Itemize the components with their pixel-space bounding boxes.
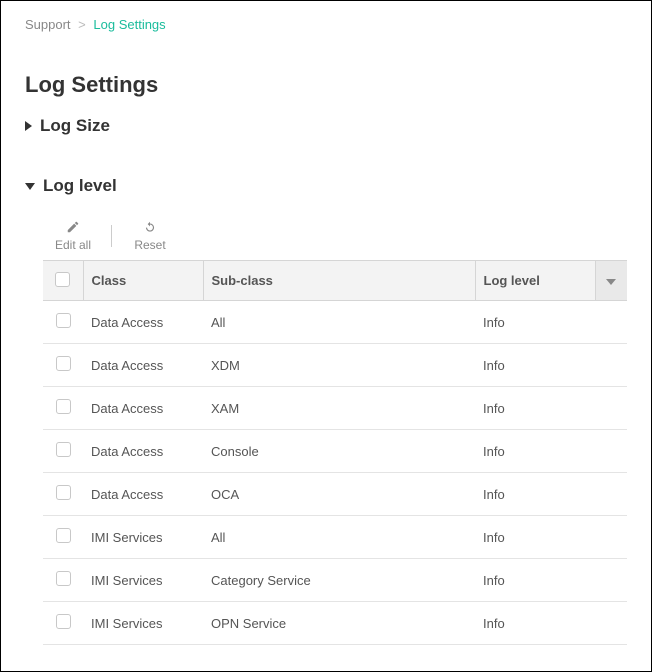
refresh-icon (143, 220, 157, 234)
row-checkbox[interactable] (56, 356, 71, 371)
table-row[interactable]: IMI ServicesAllInfo (43, 516, 627, 559)
cell-subclass: XAM (203, 387, 475, 430)
cell-subclass: OCA (203, 473, 475, 516)
cell-class: Data Access (83, 344, 203, 387)
table-row[interactable]: IMI ServicesOPN ServiceInfo (43, 602, 627, 645)
column-header-loglevel[interactable]: Log level (475, 261, 595, 301)
table-row[interactable]: Data AccessAllInfo (43, 301, 627, 344)
row-check-cell[interactable] (43, 602, 83, 645)
row-check-cell[interactable] (43, 344, 83, 387)
cell-class: Data Access (83, 301, 203, 344)
row-checkbox[interactable] (56, 485, 71, 500)
row-checkbox[interactable] (56, 442, 71, 457)
log-level-table: Class Sub-class Log level Data AccessAll… (43, 260, 627, 645)
page-title: Log Settings (25, 72, 627, 98)
breadcrumb-separator: > (78, 17, 86, 32)
cell-loglevel: Info (475, 602, 627, 645)
row-checkbox[interactable] (56, 399, 71, 414)
table-row[interactable]: Data AccessOCAInfo (43, 473, 627, 516)
toolbar-separator (111, 225, 112, 247)
cell-loglevel: Info (475, 387, 627, 430)
section-label-log-level: Log level (43, 176, 117, 196)
breadcrumb-root[interactable]: Support (25, 17, 71, 32)
toolbar: Edit all Reset (43, 220, 627, 252)
breadcrumb-current[interactable]: Log Settings (93, 17, 165, 32)
table-row[interactable]: Data AccessXAMInfo (43, 387, 627, 430)
select-all-header[interactable] (43, 261, 83, 301)
section-toggle-log-level[interactable]: Log level (25, 176, 627, 196)
cell-class: Data Access (83, 387, 203, 430)
breadcrumb: Support > Log Settings (25, 17, 627, 32)
cell-subclass: XDM (203, 344, 475, 387)
cell-loglevel: Info (475, 473, 627, 516)
row-check-cell[interactable] (43, 430, 83, 473)
cell-loglevel: Info (475, 344, 627, 387)
table-row[interactable]: Data AccessConsoleInfo (43, 430, 627, 473)
edit-all-label: Edit all (55, 238, 91, 252)
row-checkbox[interactable] (56, 528, 71, 543)
select-all-checkbox[interactable] (55, 272, 70, 287)
row-check-cell[interactable] (43, 559, 83, 602)
cell-loglevel: Info (475, 559, 627, 602)
cell-subclass: All (203, 516, 475, 559)
cell-class: IMI Services (83, 559, 203, 602)
row-check-cell[interactable] (43, 473, 83, 516)
table-row[interactable]: Data AccessXDMInfo (43, 344, 627, 387)
chevron-down-icon (606, 279, 616, 285)
cell-class: IMI Services (83, 602, 203, 645)
cell-loglevel: Info (475, 516, 627, 559)
section-toggle-log-size[interactable]: Log Size (25, 116, 627, 136)
row-check-cell[interactable] (43, 516, 83, 559)
cell-subclass: Console (203, 430, 475, 473)
cell-class: Data Access (83, 473, 203, 516)
cell-loglevel: Info (475, 430, 627, 473)
cell-class: IMI Services (83, 516, 203, 559)
chevron-right-icon (25, 121, 32, 131)
section-label-log-size: Log Size (40, 116, 110, 136)
row-checkbox[interactable] (56, 571, 71, 586)
reset-button[interactable]: Reset (120, 220, 180, 252)
cell-subclass: Category Service (203, 559, 475, 602)
edit-all-button[interactable]: Edit all (43, 220, 103, 252)
chevron-down-icon (25, 183, 35, 190)
cell-subclass: OPN Service (203, 602, 475, 645)
reset-label: Reset (134, 238, 165, 252)
cell-subclass: All (203, 301, 475, 344)
row-checkbox[interactable] (56, 614, 71, 629)
row-check-cell[interactable] (43, 387, 83, 430)
table-row[interactable]: IMI ServicesCategory ServiceInfo (43, 559, 627, 602)
cell-loglevel: Info (475, 301, 627, 344)
column-header-class[interactable]: Class (83, 261, 203, 301)
cell-class: Data Access (83, 430, 203, 473)
row-checkbox[interactable] (56, 313, 71, 328)
column-menu-button[interactable] (595, 261, 627, 301)
row-check-cell[interactable] (43, 301, 83, 344)
column-header-subclass[interactable]: Sub-class (203, 261, 475, 301)
pencil-icon (66, 220, 80, 234)
